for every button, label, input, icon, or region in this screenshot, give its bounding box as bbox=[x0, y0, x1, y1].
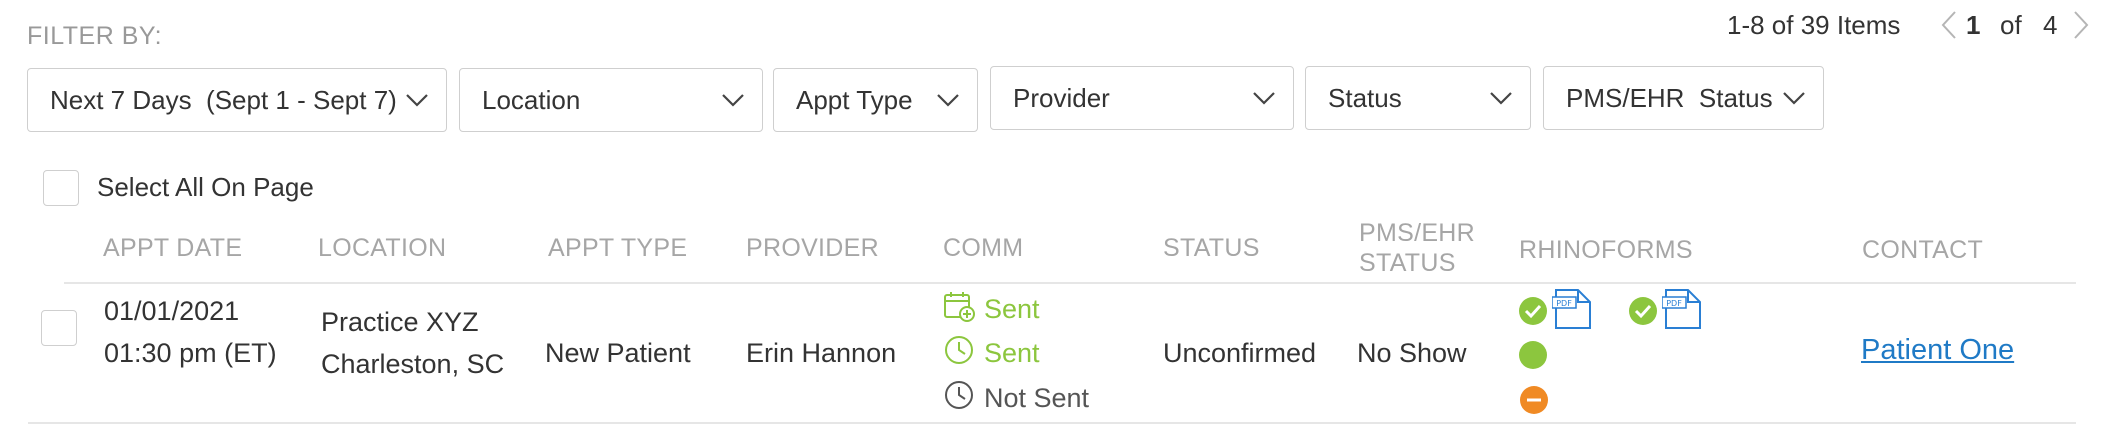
filter-by-label: FILTER BY: bbox=[27, 22, 163, 50]
date-range-dropdown-value: Next 7 Days (Sept 1 - Sept 7) bbox=[50, 84, 397, 115]
location-city: Charleston, SC bbox=[321, 349, 505, 379]
select-all-label: Select All On Page bbox=[97, 172, 314, 202]
pms-ehr-status-cell: No Show bbox=[1357, 338, 1467, 368]
green-status-dot-icon bbox=[1519, 341, 1547, 369]
appt-date: 01/01/2021 bbox=[104, 296, 240, 326]
pagination-current-page: 1 bbox=[1966, 10, 1981, 40]
pdf-form-icon[interactable]: PDF bbox=[1661, 289, 1704, 334]
header-location[interactable]: LOCATION bbox=[318, 233, 446, 263]
header-pms-ehr-line1: PMS/EHR bbox=[1359, 219, 1476, 247]
pagination-range: 1-8 of 39 Items bbox=[1727, 10, 1901, 40]
clock-icon bbox=[942, 378, 976, 419]
header-contact[interactable]: CONTACT bbox=[1862, 235, 1983, 265]
chevron-down-icon bbox=[722, 94, 744, 107]
select-all-checkbox[interactable] bbox=[43, 170, 79, 206]
header-appt-date[interactable]: APPT DATE bbox=[103, 233, 242, 263]
provider-dropdown[interactable]: Provider bbox=[990, 66, 1294, 130]
header-rhinoforms: RHINOFORMS bbox=[1519, 236, 1693, 264]
appt-type-cell: New Patient bbox=[545, 338, 691, 368]
row-checkbox[interactable] bbox=[41, 310, 77, 346]
pms-ehr-status-dropdown[interactable]: PMS/EHR Status bbox=[1543, 66, 1824, 130]
header-status[interactable]: STATUS bbox=[1163, 233, 1260, 263]
location-cell: Practice XYZ Charleston, SC bbox=[321, 301, 504, 385]
comm-reminder-row: Sent bbox=[942, 289, 1040, 330]
chevron-down-icon bbox=[1783, 92, 1805, 105]
appt-time: 01:30 pm (ET) bbox=[104, 338, 277, 368]
previous-page-chevron-icon[interactable] bbox=[1938, 8, 1960, 47]
comm-followup-row: Not Sent bbox=[942, 378, 1089, 419]
comm-confirmation-row: Sent bbox=[942, 333, 1040, 374]
minus-circle-icon bbox=[1519, 385, 1549, 420]
pagination-of-label: of bbox=[2000, 10, 2022, 40]
table-header-divider bbox=[64, 282, 2076, 284]
header-pms-ehr-line2: STATUS bbox=[1359, 249, 1456, 277]
next-page-chevron-icon[interactable] bbox=[2070, 8, 2092, 47]
header-pms-ehr-status[interactable]: PMS/EHR STATUS bbox=[1359, 218, 1475, 278]
header-appt-type[interactable]: APPT TYPE bbox=[548, 233, 687, 263]
location-dropdown-value: Location bbox=[482, 84, 581, 115]
chevron-down-icon bbox=[1253, 92, 1275, 105]
chevron-down-icon bbox=[406, 94, 428, 107]
pdf-form-icon[interactable]: PDF bbox=[1551, 289, 1594, 334]
clock-icon bbox=[942, 333, 976, 374]
header-provider[interactable]: PROVIDER bbox=[746, 233, 879, 263]
comm-status-label: Sent bbox=[984, 338, 1040, 368]
chevron-down-icon bbox=[937, 94, 959, 107]
location-dropdown[interactable]: Location bbox=[459, 68, 763, 132]
pdf-icon-text: PDF bbox=[1556, 299, 1572, 308]
status-dropdown-value: Status bbox=[1328, 82, 1402, 113]
status-cell: Unconfirmed bbox=[1163, 338, 1317, 368]
check-complete-icon bbox=[1628, 296, 1658, 331]
provider-cell: Erin Hannon bbox=[746, 338, 897, 368]
check-complete-icon bbox=[1518, 296, 1548, 331]
appt-date-cell: 01/01/2021 01:30 pm (ET) bbox=[104, 290, 277, 374]
provider-dropdown-value: Provider bbox=[1013, 82, 1110, 113]
location-name: Practice XYZ bbox=[321, 307, 479, 337]
contact-link[interactable]: Patient One bbox=[1861, 334, 2014, 366]
calendar-add-icon bbox=[942, 289, 976, 330]
comm-status-label: Not Sent bbox=[984, 383, 1090, 413]
date-range-dropdown[interactable]: Next 7 Days (Sept 1 - Sept 7) bbox=[27, 68, 447, 132]
pagination-total-pages: 4 bbox=[2043, 10, 2058, 40]
status-dropdown[interactable]: Status bbox=[1305, 66, 1531, 130]
appt-type-dropdown-value: Appt Type bbox=[796, 84, 913, 115]
comm-status-label: Sent bbox=[984, 294, 1040, 324]
pms-ehr-status-dropdown-value: PMS/EHR Status bbox=[1566, 82, 1773, 113]
header-comm[interactable]: COMM bbox=[943, 233, 1023, 263]
pdf-icon-text: PDF bbox=[1666, 299, 1682, 308]
chevron-down-icon bbox=[1490, 92, 1512, 105]
contact-cell: Patient One bbox=[1861, 329, 2014, 371]
appt-type-dropdown[interactable]: Appt Type bbox=[773, 68, 978, 132]
